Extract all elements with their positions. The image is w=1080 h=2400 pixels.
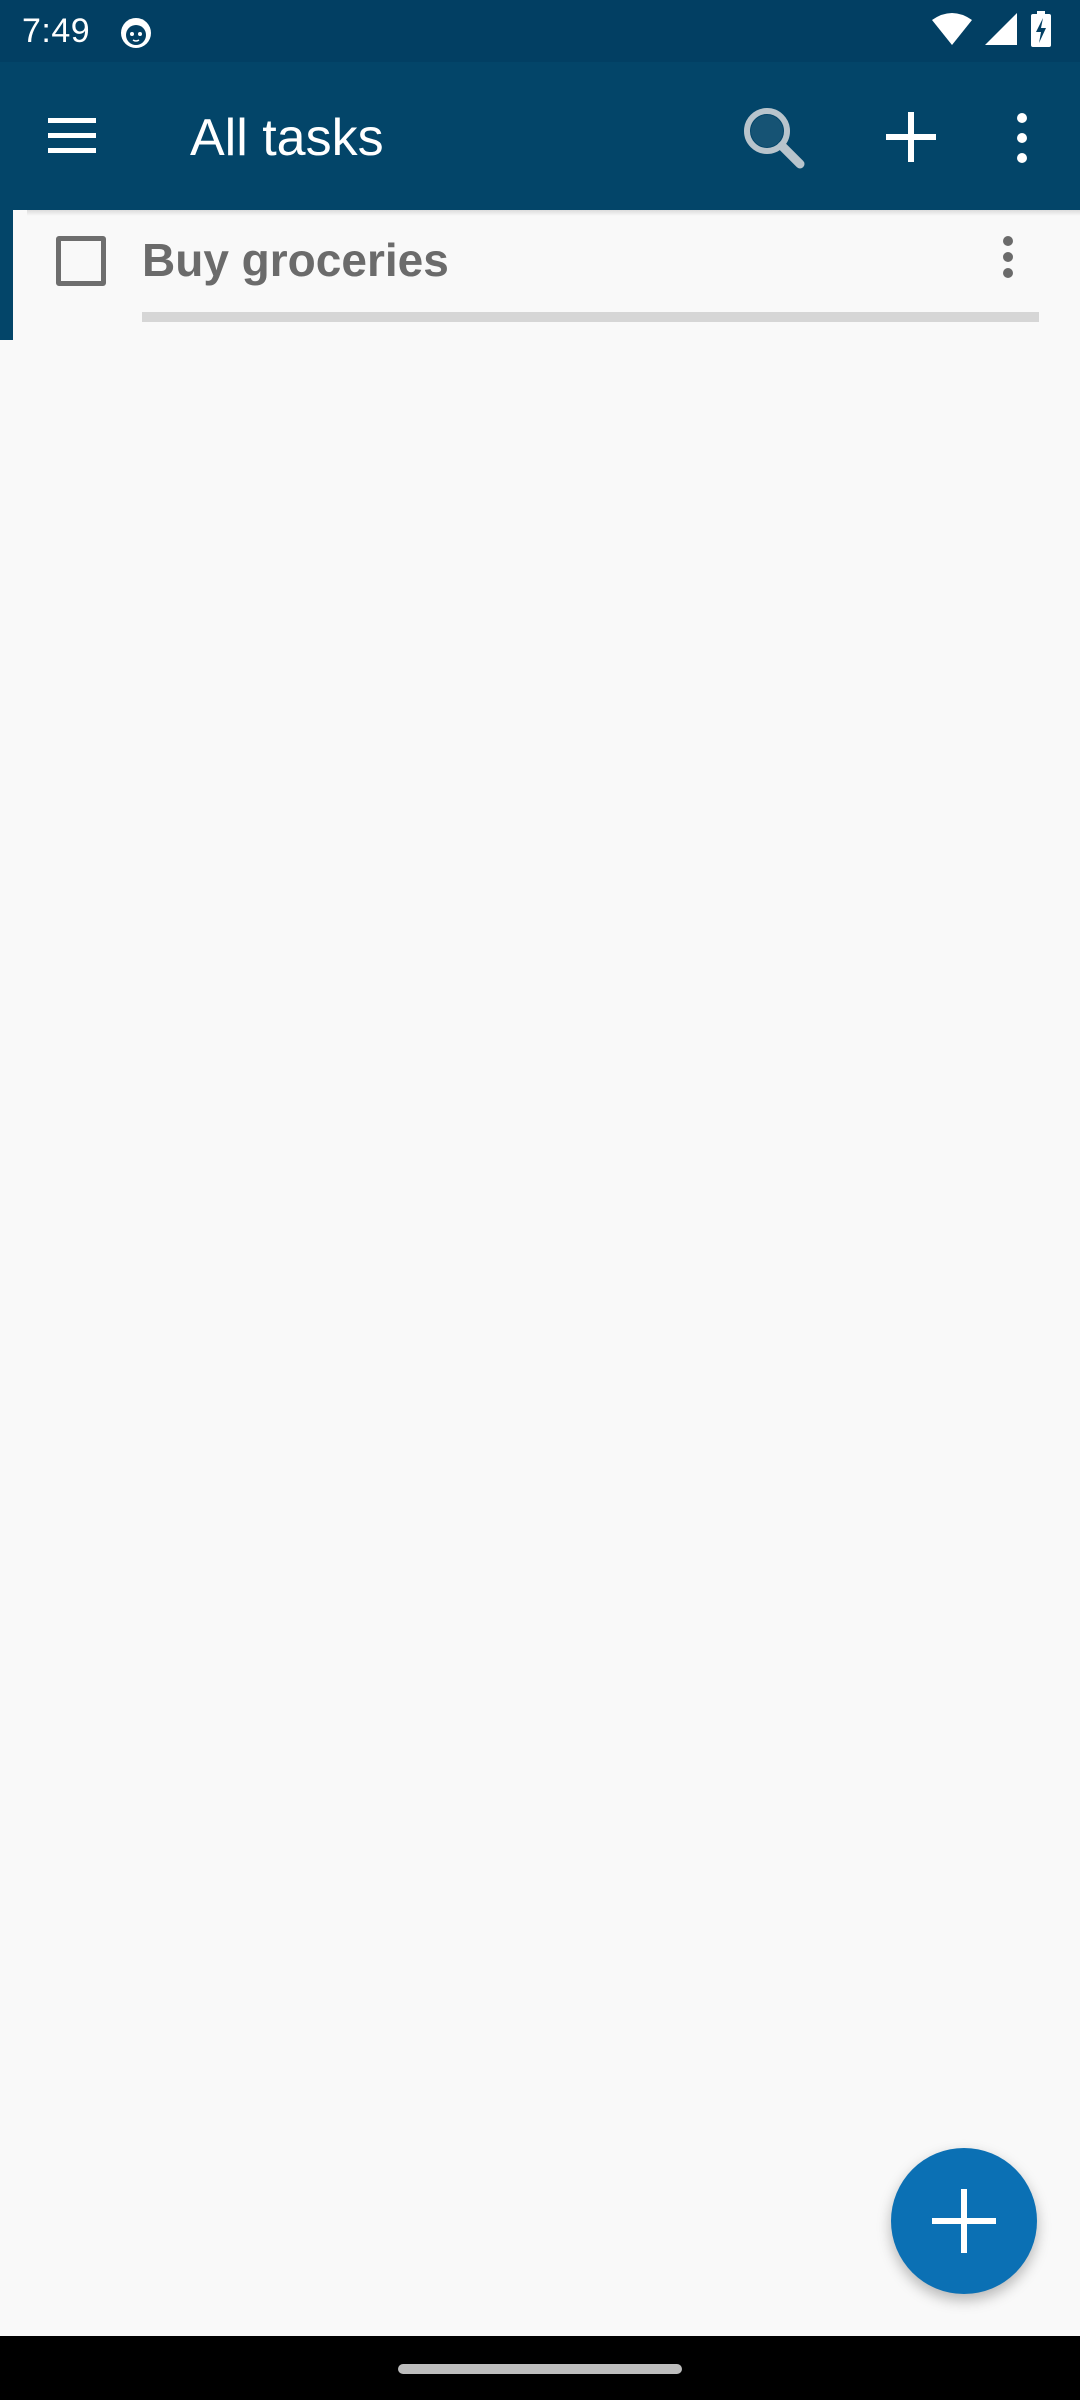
wifi-icon — [932, 12, 972, 51]
home-gesture-handle[interactable] — [398, 2364, 682, 2374]
selected-list-accent — [0, 210, 13, 340]
menu-icon[interactable] — [40, 106, 104, 166]
app-bar: All tasks — [0, 62, 1080, 210]
status-time: 7:49 — [22, 12, 91, 50]
task-row[interactable]: Buy groceries — [13, 210, 1080, 340]
cell-signal-icon — [984, 12, 1018, 51]
status-bar: 7:49 — [0, 0, 1080, 62]
add-task-fab[interactable] — [891, 2148, 1037, 2294]
task-progress-bar — [142, 312, 1039, 322]
task-more-icon[interactable] — [983, 232, 1033, 288]
page-title: All tasks — [190, 109, 384, 167]
navigation-bar — [0, 2336, 1080, 2400]
overflow-menu-icon[interactable] — [1000, 102, 1044, 174]
plus-icon — [932, 2189, 996, 2253]
row-divider — [27, 210, 1080, 216]
battery-charging-icon — [1030, 10, 1052, 52]
status-indicators — [932, 10, 1052, 52]
cat-face-icon — [118, 14, 154, 50]
task-title[interactable]: Buy groceries — [142, 232, 449, 288]
task-checkbox[interactable] — [56, 236, 106, 286]
search-icon[interactable] — [738, 102, 810, 174]
add-task-icon[interactable] — [878, 104, 944, 170]
